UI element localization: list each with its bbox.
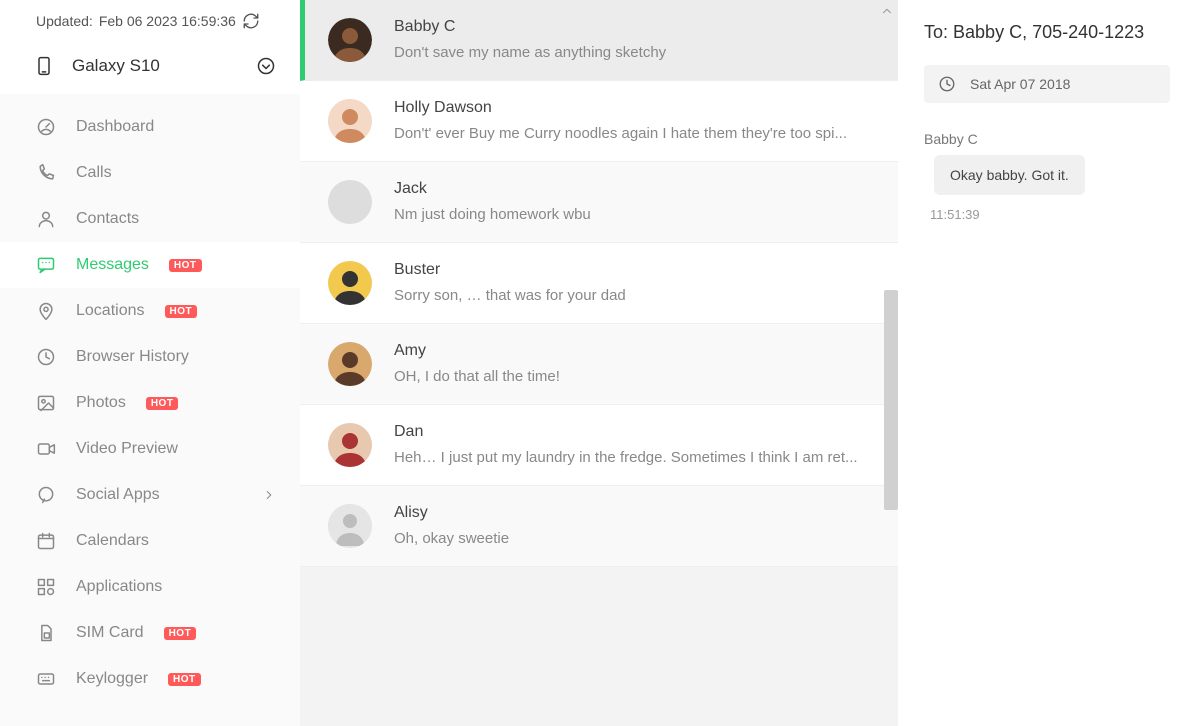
sidebar-item-label: SIM Card bbox=[76, 624, 144, 642]
image-icon bbox=[36, 393, 56, 413]
conversation-preview: Nm just doing homework wbu bbox=[394, 206, 870, 223]
calendar-icon bbox=[36, 531, 56, 551]
message-group: Babby C Okay babby. Got it. 11:51:39 bbox=[924, 131, 1170, 222]
chevron-right-icon bbox=[262, 488, 276, 502]
sidebar-item-label: Calendars bbox=[76, 532, 149, 550]
conversation-preview: OH, I do that all the time! bbox=[394, 368, 870, 385]
conversation-preview: Don't' ever Buy me Curry noodles again I… bbox=[394, 125, 870, 142]
conversation-name: Alisy bbox=[394, 504, 870, 522]
sidebar-item-label: Dashboard bbox=[76, 118, 154, 136]
to-line: To: Babby C, 705-240-1223 bbox=[924, 22, 1170, 43]
conversation-item[interactable]: Dan Heh… I just put my laundry in the fre… bbox=[300, 405, 898, 486]
pin-icon bbox=[36, 301, 56, 321]
sidebar-item-social-apps[interactable]: Social Apps bbox=[0, 472, 300, 518]
sidebar-item-browser-history[interactable]: Browser History bbox=[0, 334, 300, 380]
conversation-item[interactable]: Babby C Don't save my name as anything sk… bbox=[300, 0, 898, 81]
refresh-icon[interactable] bbox=[242, 12, 260, 30]
conversation-item[interactable]: Jack Nm just doing homework wbu bbox=[300, 162, 898, 243]
avatar bbox=[328, 18, 372, 62]
sidebar-item-label: Applications bbox=[76, 578, 162, 596]
sidebar-item-calls[interactable]: Calls bbox=[0, 150, 300, 196]
sidebar-item-label: Video Preview bbox=[76, 440, 178, 458]
conversation-item[interactable]: Alisy Oh, okay sweetie bbox=[300, 486, 898, 567]
sidebar-item-label: Calls bbox=[76, 164, 112, 182]
message-detail-panel: To: Babby C, 705-240-1223 Sat Apr 07 201… bbox=[898, 0, 1196, 726]
sidebar-item-video-preview[interactable]: Video Preview bbox=[0, 426, 300, 472]
keyboard-icon bbox=[36, 669, 56, 689]
conversation-item[interactable]: Holly Dawson Don't' ever Buy me Curry noo… bbox=[300, 81, 898, 162]
conversation-name: Holly Dawson bbox=[394, 99, 870, 117]
message-sender: Babby C bbox=[924, 131, 1170, 147]
scroll-up-icon[interactable] bbox=[880, 4, 894, 18]
gauge-icon bbox=[36, 117, 56, 137]
sidebar: Updated: Feb 06 2023 16:59:36 Galaxy S10… bbox=[0, 0, 300, 726]
device-selector[interactable]: Galaxy S10 bbox=[0, 38, 300, 94]
date-chip: Sat Apr 07 2018 bbox=[924, 65, 1170, 103]
hot-badge: HOT bbox=[169, 259, 202, 272]
conversations-panel: Babby C Don't save my name as anything sk… bbox=[300, 0, 898, 726]
conversation-item[interactable]: Amy OH, I do that all the time! bbox=[300, 324, 898, 405]
avatar bbox=[328, 180, 372, 224]
conversation-name: Babby C bbox=[394, 18, 870, 36]
sidebar-item-label: Keylogger bbox=[76, 670, 148, 688]
nav-menu: DashboardCallsContactsMessagesHOTLocatio… bbox=[0, 94, 300, 726]
clock-icon bbox=[36, 347, 56, 367]
device-name: Galaxy S10 bbox=[72, 56, 160, 76]
conversation-name: Amy bbox=[394, 342, 870, 360]
sidebar-item-photos[interactable]: Photos HOT bbox=[0, 380, 300, 426]
hot-badge: HOT bbox=[146, 397, 179, 410]
updated-time: Feb 06 2023 16:59:36 bbox=[99, 13, 236, 29]
conversation-name: Jack bbox=[394, 180, 870, 198]
apps-icon bbox=[36, 577, 56, 597]
sidebar-item-contacts[interactable]: Contacts bbox=[0, 196, 300, 242]
sidebar-item-label: Browser History bbox=[76, 348, 189, 366]
conversation-preview: Sorry son, … that was for your dad bbox=[394, 287, 870, 304]
sidebar-item-messages[interactable]: Messages HOT bbox=[0, 242, 300, 288]
hot-badge: HOT bbox=[164, 627, 197, 640]
phone-device-icon bbox=[34, 56, 54, 76]
sidebar-item-dashboard[interactable]: Dashboard bbox=[0, 104, 300, 150]
clock-icon bbox=[938, 75, 956, 93]
avatar bbox=[328, 261, 372, 305]
scrollbar-thumb[interactable] bbox=[884, 290, 898, 510]
conversation-name: Buster bbox=[394, 261, 870, 279]
avatar bbox=[328, 342, 372, 386]
sidebar-item-label: Social Apps bbox=[76, 486, 160, 504]
sidebar-item-calendars[interactable]: Calendars bbox=[0, 518, 300, 564]
sidebar-item-locations[interactable]: Locations HOT bbox=[0, 288, 300, 334]
chat-icon bbox=[36, 255, 56, 275]
updated-bar: Updated: Feb 06 2023 16:59:36 bbox=[0, 0, 300, 38]
avatar bbox=[328, 99, 372, 143]
sidebar-item-label: Locations bbox=[76, 302, 145, 320]
message-bubble: Okay babby. Got it. bbox=[934, 155, 1085, 195]
conversation-preview: Heh… I just put my laundry in the fredge… bbox=[394, 449, 870, 466]
sidebar-item-sim-card[interactable]: SIM Card HOT bbox=[0, 610, 300, 656]
video-icon bbox=[36, 439, 56, 459]
sidebar-item-label: Photos bbox=[76, 394, 126, 412]
conversation-name: Dan bbox=[394, 423, 870, 441]
avatar bbox=[328, 423, 372, 467]
person-icon bbox=[36, 209, 56, 229]
conversation-preview: Don't save my name as anything sketchy bbox=[394, 44, 870, 61]
phone-icon bbox=[36, 163, 56, 183]
conversation-item[interactable]: Buster Sorry son, … that was for your dad bbox=[300, 243, 898, 324]
sim-icon bbox=[36, 623, 56, 643]
sidebar-item-keylogger[interactable]: Keylogger HOT bbox=[0, 656, 300, 702]
updated-prefix: Updated: bbox=[36, 13, 93, 29]
date-text: Sat Apr 07 2018 bbox=[970, 76, 1070, 92]
message-time: 11:51:39 bbox=[930, 207, 1170, 222]
chevron-down-icon[interactable] bbox=[256, 56, 276, 76]
sidebar-item-label: Messages bbox=[76, 256, 149, 274]
avatar bbox=[328, 504, 372, 548]
sidebar-item-label: Contacts bbox=[76, 210, 139, 228]
conversation-preview: Oh, okay sweetie bbox=[394, 530, 870, 547]
sidebar-item-applications[interactable]: Applications bbox=[0, 564, 300, 610]
bubble-icon bbox=[36, 485, 56, 505]
hot-badge: HOT bbox=[165, 305, 198, 318]
hot-badge: HOT bbox=[168, 673, 201, 686]
